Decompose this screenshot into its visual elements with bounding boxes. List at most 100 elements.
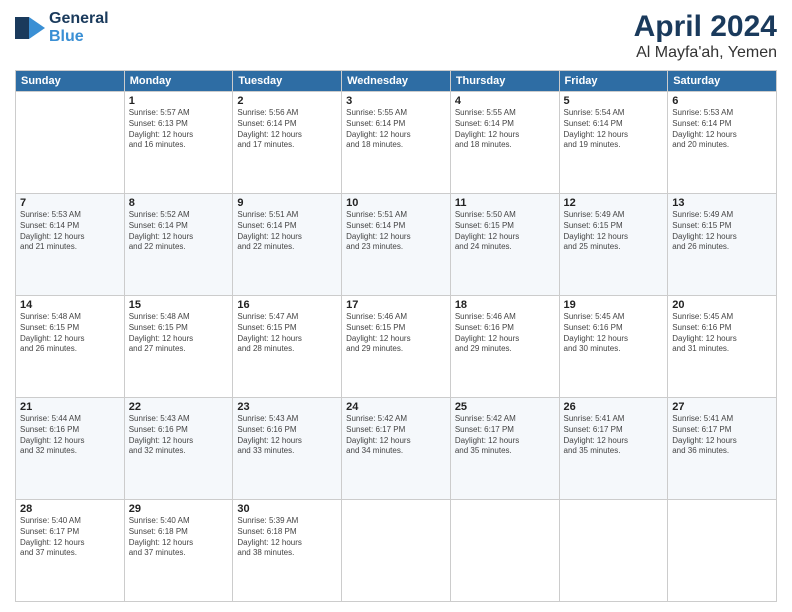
day-number: 12	[564, 197, 664, 209]
day-info: Sunrise: 5:55 AM Sunset: 6:14 PM Dayligh…	[455, 108, 555, 151]
day-cell: 20Sunrise: 5:45 AM Sunset: 6:16 PM Dayli…	[668, 296, 777, 398]
day-cell: 5Sunrise: 5:54 AM Sunset: 6:14 PM Daylig…	[559, 92, 668, 194]
day-cell: 2Sunrise: 5:56 AM Sunset: 6:14 PM Daylig…	[233, 92, 342, 194]
day-info: Sunrise: 5:57 AM Sunset: 6:13 PM Dayligh…	[129, 108, 229, 151]
day-number: 24	[346, 401, 446, 413]
month-title: April 2024	[634, 10, 777, 44]
day-cell: 6Sunrise: 5:53 AM Sunset: 6:14 PM Daylig…	[668, 92, 777, 194]
location-title: Al Mayfa'ah, Yemen	[634, 44, 777, 62]
day-info: Sunrise: 5:40 AM Sunset: 6:18 PM Dayligh…	[129, 516, 229, 559]
day-cell	[16, 92, 125, 194]
day-cell	[668, 500, 777, 602]
day-info: Sunrise: 5:55 AM Sunset: 6:14 PM Dayligh…	[346, 108, 446, 151]
day-cell: 30Sunrise: 5:39 AM Sunset: 6:18 PM Dayli…	[233, 500, 342, 602]
day-cell: 14Sunrise: 5:48 AM Sunset: 6:15 PM Dayli…	[16, 296, 125, 398]
day-number: 19	[564, 299, 664, 311]
day-info: Sunrise: 5:44 AM Sunset: 6:16 PM Dayligh…	[20, 414, 120, 457]
day-number: 9	[237, 197, 337, 209]
day-cell: 8Sunrise: 5:52 AM Sunset: 6:14 PM Daylig…	[124, 194, 233, 296]
day-cell	[450, 500, 559, 602]
day-cell: 16Sunrise: 5:47 AM Sunset: 6:15 PM Dayli…	[233, 296, 342, 398]
day-info: Sunrise: 5:51 AM Sunset: 6:14 PM Dayligh…	[237, 210, 337, 253]
day-info: Sunrise: 5:50 AM Sunset: 6:15 PM Dayligh…	[455, 210, 555, 253]
day-number: 29	[129, 503, 229, 515]
day-number: 27	[672, 401, 772, 413]
day-info: Sunrise: 5:45 AM Sunset: 6:16 PM Dayligh…	[564, 312, 664, 355]
day-number: 15	[129, 299, 229, 311]
day-number: 25	[455, 401, 555, 413]
day-cell: 4Sunrise: 5:55 AM Sunset: 6:14 PM Daylig…	[450, 92, 559, 194]
day-number: 8	[129, 197, 229, 209]
day-info: Sunrise: 5:41 AM Sunset: 6:17 PM Dayligh…	[564, 414, 664, 457]
day-number: 28	[20, 503, 120, 515]
col-header-saturday: Saturday	[668, 71, 777, 92]
day-number: 21	[20, 401, 120, 413]
day-number: 26	[564, 401, 664, 413]
day-number: 22	[129, 401, 229, 413]
day-number: 4	[455, 95, 555, 107]
day-number: 11	[455, 197, 555, 209]
day-info: Sunrise: 5:45 AM Sunset: 6:16 PM Dayligh…	[672, 312, 772, 355]
day-cell: 26Sunrise: 5:41 AM Sunset: 6:17 PM Dayli…	[559, 398, 668, 500]
day-number: 16	[237, 299, 337, 311]
day-info: Sunrise: 5:49 AM Sunset: 6:15 PM Dayligh…	[564, 210, 664, 253]
logo-general: General	[49, 10, 109, 28]
day-info: Sunrise: 5:46 AM Sunset: 6:15 PM Dayligh…	[346, 312, 446, 355]
day-cell: 27Sunrise: 5:41 AM Sunset: 6:17 PM Dayli…	[668, 398, 777, 500]
day-number: 6	[672, 95, 772, 107]
logo: General Blue	[15, 10, 109, 45]
day-info: Sunrise: 5:56 AM Sunset: 6:14 PM Dayligh…	[237, 108, 337, 151]
day-number: 7	[20, 197, 120, 209]
col-header-thursday: Thursday	[450, 71, 559, 92]
logo-blue: Blue	[49, 28, 109, 46]
day-cell: 15Sunrise: 5:48 AM Sunset: 6:15 PM Dayli…	[124, 296, 233, 398]
day-number: 14	[20, 299, 120, 311]
day-cell: 13Sunrise: 5:49 AM Sunset: 6:15 PM Dayli…	[668, 194, 777, 296]
day-cell	[559, 500, 668, 602]
week-row-1: 1Sunrise: 5:57 AM Sunset: 6:13 PM Daylig…	[16, 92, 777, 194]
header: General Blue April 2024 Al Mayfa'ah, Yem…	[15, 10, 777, 62]
day-cell: 23Sunrise: 5:43 AM Sunset: 6:16 PM Dayli…	[233, 398, 342, 500]
day-number: 3	[346, 95, 446, 107]
page: General Blue April 2024 Al Mayfa'ah, Yem…	[0, 0, 792, 612]
day-cell: 7Sunrise: 5:53 AM Sunset: 6:14 PM Daylig…	[16, 194, 125, 296]
day-cell: 28Sunrise: 5:40 AM Sunset: 6:17 PM Dayli…	[16, 500, 125, 602]
day-number: 17	[346, 299, 446, 311]
col-header-tuesday: Tuesday	[233, 71, 342, 92]
day-number: 20	[672, 299, 772, 311]
col-header-sunday: Sunday	[16, 71, 125, 92]
day-cell: 24Sunrise: 5:42 AM Sunset: 6:17 PM Dayli…	[342, 398, 451, 500]
column-headers: SundayMondayTuesdayWednesdayThursdayFrid…	[16, 71, 777, 92]
day-info: Sunrise: 5:42 AM Sunset: 6:17 PM Dayligh…	[346, 414, 446, 457]
day-cell	[342, 500, 451, 602]
day-info: Sunrise: 5:53 AM Sunset: 6:14 PM Dayligh…	[20, 210, 120, 253]
day-info: Sunrise: 5:43 AM Sunset: 6:16 PM Dayligh…	[237, 414, 337, 457]
week-row-2: 7Sunrise: 5:53 AM Sunset: 6:14 PM Daylig…	[16, 194, 777, 296]
day-cell: 25Sunrise: 5:42 AM Sunset: 6:17 PM Dayli…	[450, 398, 559, 500]
day-info: Sunrise: 5:40 AM Sunset: 6:17 PM Dayligh…	[20, 516, 120, 559]
day-info: Sunrise: 5:42 AM Sunset: 6:17 PM Dayligh…	[455, 414, 555, 457]
day-info: Sunrise: 5:39 AM Sunset: 6:18 PM Dayligh…	[237, 516, 337, 559]
title-block: April 2024 Al Mayfa'ah, Yemen	[634, 10, 777, 62]
calendar-body: 1Sunrise: 5:57 AM Sunset: 6:13 PM Daylig…	[16, 92, 777, 602]
day-info: Sunrise: 5:43 AM Sunset: 6:16 PM Dayligh…	[129, 414, 229, 457]
day-number: 23	[237, 401, 337, 413]
logo-icon	[15, 17, 45, 39]
day-number: 2	[237, 95, 337, 107]
day-cell: 9Sunrise: 5:51 AM Sunset: 6:14 PM Daylig…	[233, 194, 342, 296]
day-cell: 1Sunrise: 5:57 AM Sunset: 6:13 PM Daylig…	[124, 92, 233, 194]
day-number: 5	[564, 95, 664, 107]
day-cell: 12Sunrise: 5:49 AM Sunset: 6:15 PM Dayli…	[559, 194, 668, 296]
col-header-friday: Friday	[559, 71, 668, 92]
col-header-monday: Monday	[124, 71, 233, 92]
day-info: Sunrise: 5:48 AM Sunset: 6:15 PM Dayligh…	[129, 312, 229, 355]
day-info: Sunrise: 5:41 AM Sunset: 6:17 PM Dayligh…	[672, 414, 772, 457]
day-number: 13	[672, 197, 772, 209]
week-row-3: 14 Sunrise: 5:48 AM Sunset: 6:15 PM Dayli…	[16, 296, 777, 398]
day-cell: 3Sunrise: 5:55 AM Sunset: 6:14 PM Daylig…	[342, 92, 451, 194]
calendar-table: SundayMondayTuesdayWednesdayThursdayFrid…	[15, 70, 777, 602]
week-row-5: 28Sunrise: 5:40 AM Sunset: 6:17 PM Dayli…	[16, 500, 777, 602]
day-cell: 11Sunrise: 5:50 AM Sunset: 6:15 PM Dayli…	[450, 194, 559, 296]
day-info: Sunrise: 5:49 AM Sunset: 6:15 PM Dayligh…	[672, 210, 772, 253]
day-cell: 17Sunrise: 5:46 AM Sunset: 6:15 PM Dayli…	[342, 296, 451, 398]
